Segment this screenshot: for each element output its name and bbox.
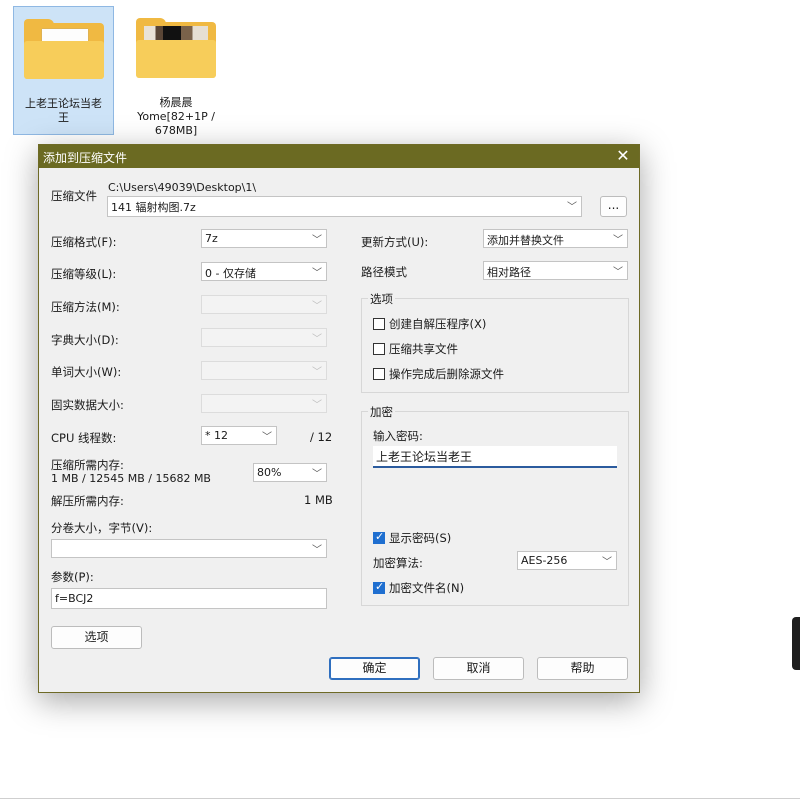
delete-label: 操作完成后删除源文件 (389, 367, 504, 381)
chevron-down-icon: ﹀ (312, 400, 322, 411)
dict-select: ﹀ (201, 328, 327, 347)
browse-button[interactable]: ... (600, 196, 627, 217)
cpu-value: * 12 (205, 429, 228, 442)
solid-label: 固实数据大小: (51, 398, 124, 412)
chevron-down-icon: ﹀ (312, 334, 322, 345)
cpu-max: / 12 (310, 430, 333, 444)
level-label: 压缩等级(L): (51, 267, 117, 281)
params-label: 参数(P): (51, 570, 94, 584)
method-select: ﹀ (201, 295, 327, 314)
cpu-label: CPU 线程数: (51, 431, 117, 445)
options-button[interactable]: 选项 (51, 626, 142, 649)
checkbox-icon (373, 368, 385, 380)
help-button[interactable]: 帮助 (537, 657, 628, 680)
chevron-down-icon: ﹀ (613, 235, 623, 246)
close-icon[interactable]: ✕ (613, 146, 633, 166)
password-input[interactable]: 上老王论坛当老王 (373, 446, 617, 468)
encrypt-method-label: 加密算法: (373, 556, 423, 570)
desktop-folder-icon-1[interactable]: 上老王论坛当老王 (13, 6, 114, 135)
chevron-down-icon[interactable]: ﹀ (565, 198, 579, 213)
archive-path: C:\Users\49039\Desktop\1\ (108, 181, 257, 194)
show-password-checkbox[interactable]: 显示密码(S) (373, 530, 451, 546)
archive-filename-value: 141 辐射构图.7z (111, 201, 196, 214)
mem-percent-select[interactable]: 80% ﹀ (253, 463, 327, 482)
method-label: 压缩方法(M): (51, 300, 120, 314)
checkbox-checked-icon (373, 580, 385, 594)
show-password-label: 显示密码(S) (389, 531, 452, 545)
encryption-group-title: 加密 (368, 404, 395, 420)
format-label: 压缩格式(F): (51, 235, 117, 249)
format-select[interactable]: 7z ﹀ (201, 229, 327, 248)
solid-select: ﹀ (201, 394, 327, 413)
folder-icon (23, 19, 104, 79)
mem-decompress-label: 解压所需内存: (51, 494, 124, 508)
desktop-folder-icon-2[interactable]: 杨晨晨 Yome[82+1P / 678MB] (126, 6, 226, 146)
sfx-label: 创建自解压程序(X) (389, 317, 487, 331)
password-label: 输入密码: (373, 429, 423, 443)
desktop-folder-label: 杨晨晨 Yome[82+1P / 678MB] (137, 96, 215, 137)
mem-compress-detail: 1 MB / 12545 MB / 15682 MB (51, 472, 211, 485)
sfx-checkbox[interactable]: 创建自解压程序(X) (373, 316, 486, 332)
mem-decompress-value: 1 MB (304, 493, 333, 507)
word-label: 单词大小(W): (51, 365, 122, 379)
chevron-down-icon: ﹀ (613, 267, 623, 278)
level-select[interactable]: 0 - 仅存储 ﹀ (201, 262, 327, 281)
folder-photo-icon (136, 18, 216, 78)
archive-label: 压缩文件 (51, 189, 97, 203)
checkbox-icon (373, 343, 385, 355)
update-label: 更新方式(U): (361, 235, 429, 249)
dialog-title: 添加到压缩文件 (43, 151, 128, 165)
checkbox-checked-icon (373, 530, 385, 544)
chevron-down-icon: ﹀ (312, 545, 322, 556)
split-select[interactable]: ﹀ (51, 539, 327, 558)
encrypt-names-label: 加密文件名(N) (389, 581, 465, 595)
shared-checkbox[interactable]: 压缩共享文件 (373, 341, 458, 357)
chevron-down-icon: ﹀ (312, 469, 322, 480)
desktop-folder-label: 上老王论坛当老王 (25, 97, 102, 124)
delete-checkbox[interactable]: 操作完成后删除源文件 (373, 366, 504, 382)
shared-label: 压缩共享文件 (389, 342, 458, 356)
encrypt-method-select[interactable]: AES-256 ﹀ (517, 551, 617, 570)
pathmode-value: 相对路径 (487, 266, 531, 279)
pathmode-label: 路径模式 (361, 265, 407, 279)
dialog-titlebar[interactable]: 添加到压缩文件 ✕ (39, 145, 639, 168)
encrypt-method-value: AES-256 (521, 554, 568, 567)
side-panel-handle[interactable] (792, 617, 800, 670)
level-value: 0 - 仅存储 (205, 267, 256, 280)
archive-filename-combo[interactable]: 141 辐射构图.7z ﹀ (107, 196, 582, 217)
encrypt-names-checkbox[interactable]: 加密文件名(N) (373, 580, 464, 596)
pathmode-select[interactable]: 相对路径 ﹀ (483, 261, 628, 280)
format-value: 7z (205, 232, 218, 245)
params-input[interactable]: f=BCJ2 (51, 588, 327, 609)
cpu-select[interactable]: * 12 ﹀ (201, 426, 277, 445)
split-label: 分卷大小，字节(V): (51, 521, 153, 535)
cancel-button[interactable]: 取消 (433, 657, 524, 680)
checkbox-icon (373, 318, 385, 330)
chevron-down-icon: ﹀ (602, 557, 612, 568)
mem-compress-label: 压缩所需内存: (51, 458, 124, 472)
word-select: ﹀ (201, 361, 327, 380)
mem-percent-value: 80% (257, 466, 282, 479)
divider (0, 798, 800, 799)
update-value: 添加并替换文件 (487, 234, 564, 247)
update-select[interactable]: 添加并替换文件 ﹀ (483, 229, 628, 248)
chevron-down-icon: ﹀ (262, 432, 272, 443)
chevron-down-icon: ﹀ (312, 235, 322, 246)
chevron-down-icon: ﹀ (312, 367, 322, 378)
chevron-down-icon: ﹀ (312, 268, 322, 279)
chevron-down-icon: ﹀ (312, 301, 322, 312)
options-group-title: 选项 (368, 291, 395, 307)
add-to-archive-dialog: 添加到压缩文件 ✕ 压缩文件 C:\Users\49039\Desktop\1\… (38, 144, 640, 693)
dict-label: 字典大小(D): (51, 333, 119, 347)
ok-button[interactable]: 确定 (329, 657, 420, 680)
